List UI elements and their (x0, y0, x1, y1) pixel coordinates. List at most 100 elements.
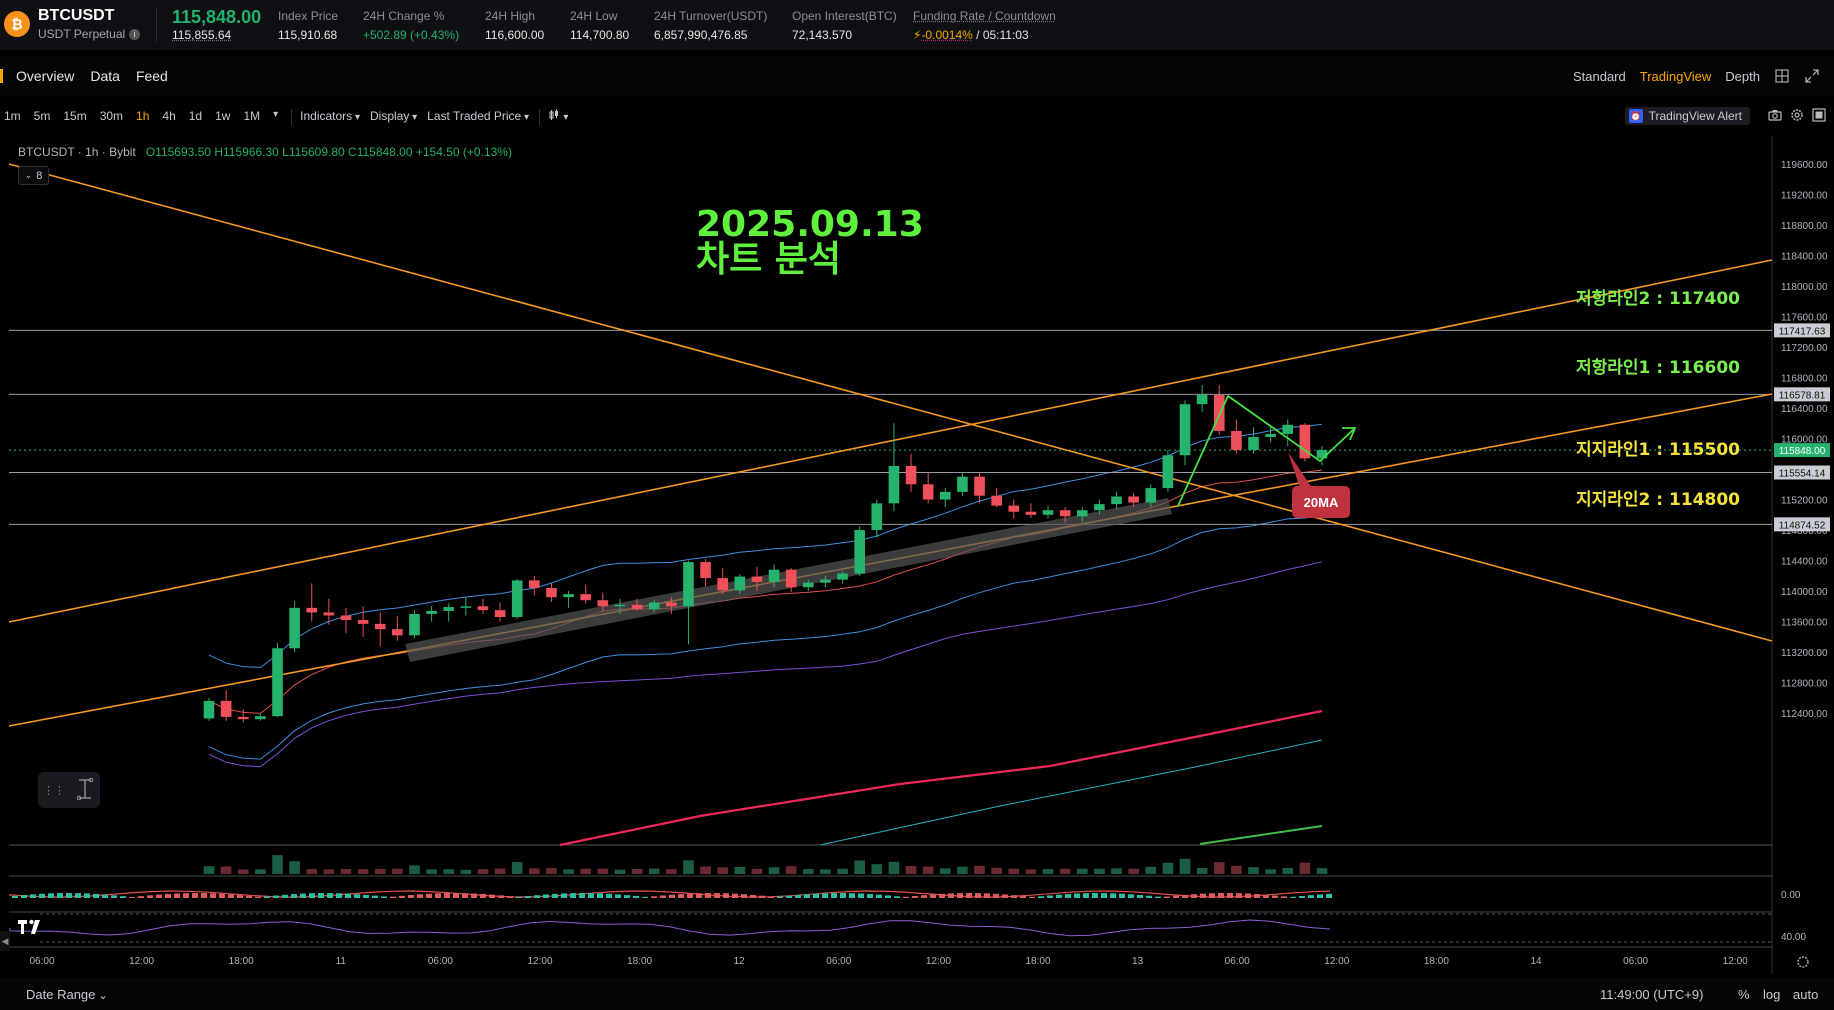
volume-bar (546, 868, 557, 874)
price-type-dropdown[interactable]: Last Traded Price (427, 109, 529, 125)
price-tick-label: 119200.00 (1781, 190, 1828, 201)
timeframe-1m[interactable]: 1m (4, 109, 21, 125)
osc-histogram-bar (1227, 893, 1233, 898)
osc-histogram-bar (606, 893, 612, 898)
fullscreen-icon[interactable] (1812, 107, 1826, 125)
osc-histogram-bar (219, 893, 225, 898)
osc-histogram-bar (849, 893, 855, 898)
osc-histogram-bar (453, 893, 459, 898)
chart-area[interactable]: 119600.00 119200.00 118800.00 118400.00 1180… (0, 136, 1834, 974)
stat-label: 24H Low (570, 9, 618, 23)
stat-value: +502.89 (+0.43%) (363, 28, 460, 42)
resistance-line-2-label: 저항라인2 : 117400 (1576, 288, 1740, 309)
symbol-name[interactable]: BTCUSDT (38, 7, 114, 25)
candle-body (1076, 510, 1088, 517)
candle-body (751, 576, 763, 582)
candle-body (443, 607, 455, 611)
osc-histogram-bar (714, 893, 720, 898)
osc-histogram-bar (768, 896, 774, 898)
osc-histogram-bar (1056, 894, 1062, 898)
candle-body (922, 484, 934, 500)
timeframe-1w[interactable]: 1w (215, 109, 230, 125)
timeframe-15m[interactable]: 15m (63, 109, 86, 125)
text-cursor-icon[interactable] (75, 777, 95, 803)
timeframe-1d[interactable]: 1d (189, 109, 202, 125)
chart-type-candles-icon[interactable] (548, 109, 568, 125)
osc-histogram-bar (408, 894, 414, 898)
candle-body (1179, 404, 1191, 456)
osc-histogram-bar (327, 893, 333, 898)
auto-scale-toggle[interactable]: auto (1793, 987, 1818, 1002)
date-range-dropdown[interactable]: Date Range (26, 987, 108, 1002)
timeframe-more-chevron-icon[interactable]: ▾ (273, 109, 278, 125)
timeframe-1M[interactable]: 1M (243, 109, 260, 125)
osc-histogram-bar (444, 893, 450, 898)
settings-gear-icon[interactable] (1790, 108, 1804, 125)
osc-histogram-bar (1146, 895, 1152, 898)
timezone-clock[interactable]: 11:49:00 (UTC+9) (1600, 987, 1703, 1002)
legend-change: +154.50 (+0.13%) (415, 145, 512, 159)
tradingview-alert-button[interactable]: ⏰ TradingView Alert (1624, 107, 1750, 125)
time-tick-label: 06:00 (826, 956, 851, 967)
expand-icon[interactable] (1804, 68, 1820, 84)
view-tradingview[interactable]: TradingView (1640, 69, 1712, 84)
drawing-toolbar[interactable]: ⋮⋮ (38, 772, 100, 808)
mark-price[interactable]: 115,855.64 (172, 28, 231, 42)
volume-bar (1231, 865, 1242, 874)
indicators-dropdown[interactable]: Indicators (300, 109, 360, 125)
timeframe-1h[interactable]: 1h (136, 109, 149, 125)
volume-bar (374, 868, 386, 874)
tab-data[interactable]: Data (90, 68, 120, 84)
candle-body (871, 503, 883, 531)
funding-label: Funding Rate / Countdown (913, 9, 1056, 23)
time-tick-label: 12:00 (1723, 956, 1748, 967)
osc-histogram-bar (822, 893, 828, 898)
drag-handle-icon[interactable]: ⋮⋮ (43, 784, 65, 797)
support-line-2-label: 지지라인2 : 114800 (1576, 490, 1740, 510)
info-icon[interactable]: i (129, 28, 141, 40)
stat-funding-rate[interactable]: Funding Rate / Countdown ⚡-0.0014% / 05:… (913, 9, 1056, 42)
price-chart[interactable]: 119600.00119200.00118800.00118400.001180… (0, 136, 1834, 974)
candle-body (323, 612, 335, 616)
osc-histogram-bar (804, 894, 810, 898)
timeframe-30m[interactable]: 30m (100, 109, 123, 125)
display-dropdown[interactable]: Display (370, 109, 417, 125)
percent-scale-toggle[interactable]: % (1738, 987, 1750, 1002)
volume-bar (768, 867, 780, 874)
view-depth[interactable]: Depth (1725, 69, 1760, 84)
osc-histogram-bar (210, 893, 216, 898)
osc-histogram-bar (1119, 893, 1125, 898)
support-line-1-label: 지지라인1 : 115500 (1576, 440, 1740, 460)
legend-high: H115966.30 (214, 145, 279, 159)
tab-feed[interactable]: Feed (136, 68, 168, 84)
osc-histogram-bar (642, 896, 648, 898)
camera-icon[interactable] (1768, 109, 1782, 124)
osc-histogram-bar (1029, 896, 1035, 898)
price-tick-label: 114400.00 (1781, 557, 1828, 568)
volume-bar (563, 869, 574, 874)
osc-histogram-bar (12, 895, 18, 898)
timeframe-4h[interactable]: 4h (162, 109, 175, 125)
price-label: 116578.81 (1779, 390, 1826, 401)
time-tick-label: 12:00 (527, 956, 552, 967)
log-scale-toggle[interactable]: log (1763, 987, 1780, 1002)
osc-histogram-bar (885, 895, 891, 898)
candle-body (1094, 504, 1105, 511)
price-tick-label: 118800.00 (1781, 221, 1828, 232)
view-standard[interactable]: Standard (1573, 69, 1626, 84)
layout-icon[interactable] (1774, 68, 1790, 84)
contract-type-label: USDT Perpetual (38, 27, 126, 41)
volume-bar (1299, 862, 1311, 874)
bottom-bar: Date Range 11:49:00 (UTC+9) % log auto (0, 978, 1834, 1010)
osc-histogram-bar (336, 893, 342, 898)
osc-histogram-bar (1092, 893, 1098, 898)
timeframe-5m[interactable]: 5m (34, 109, 51, 125)
ohlc-legend: BTCUSDT · 1h · Bybit O115693.50 H115966.… (18, 145, 512, 159)
indicator-collapse-button[interactable]: ⌄ 8 (18, 166, 49, 185)
volume-bar (751, 868, 763, 874)
osc-histogram-bar (669, 894, 675, 898)
tab-overview[interactable]: Overview (16, 68, 74, 84)
osc-histogram-bar (624, 895, 630, 898)
scroll-left-chevron-icon[interactable]: ◀ (0, 931, 10, 951)
volume-bar (1162, 862, 1174, 874)
